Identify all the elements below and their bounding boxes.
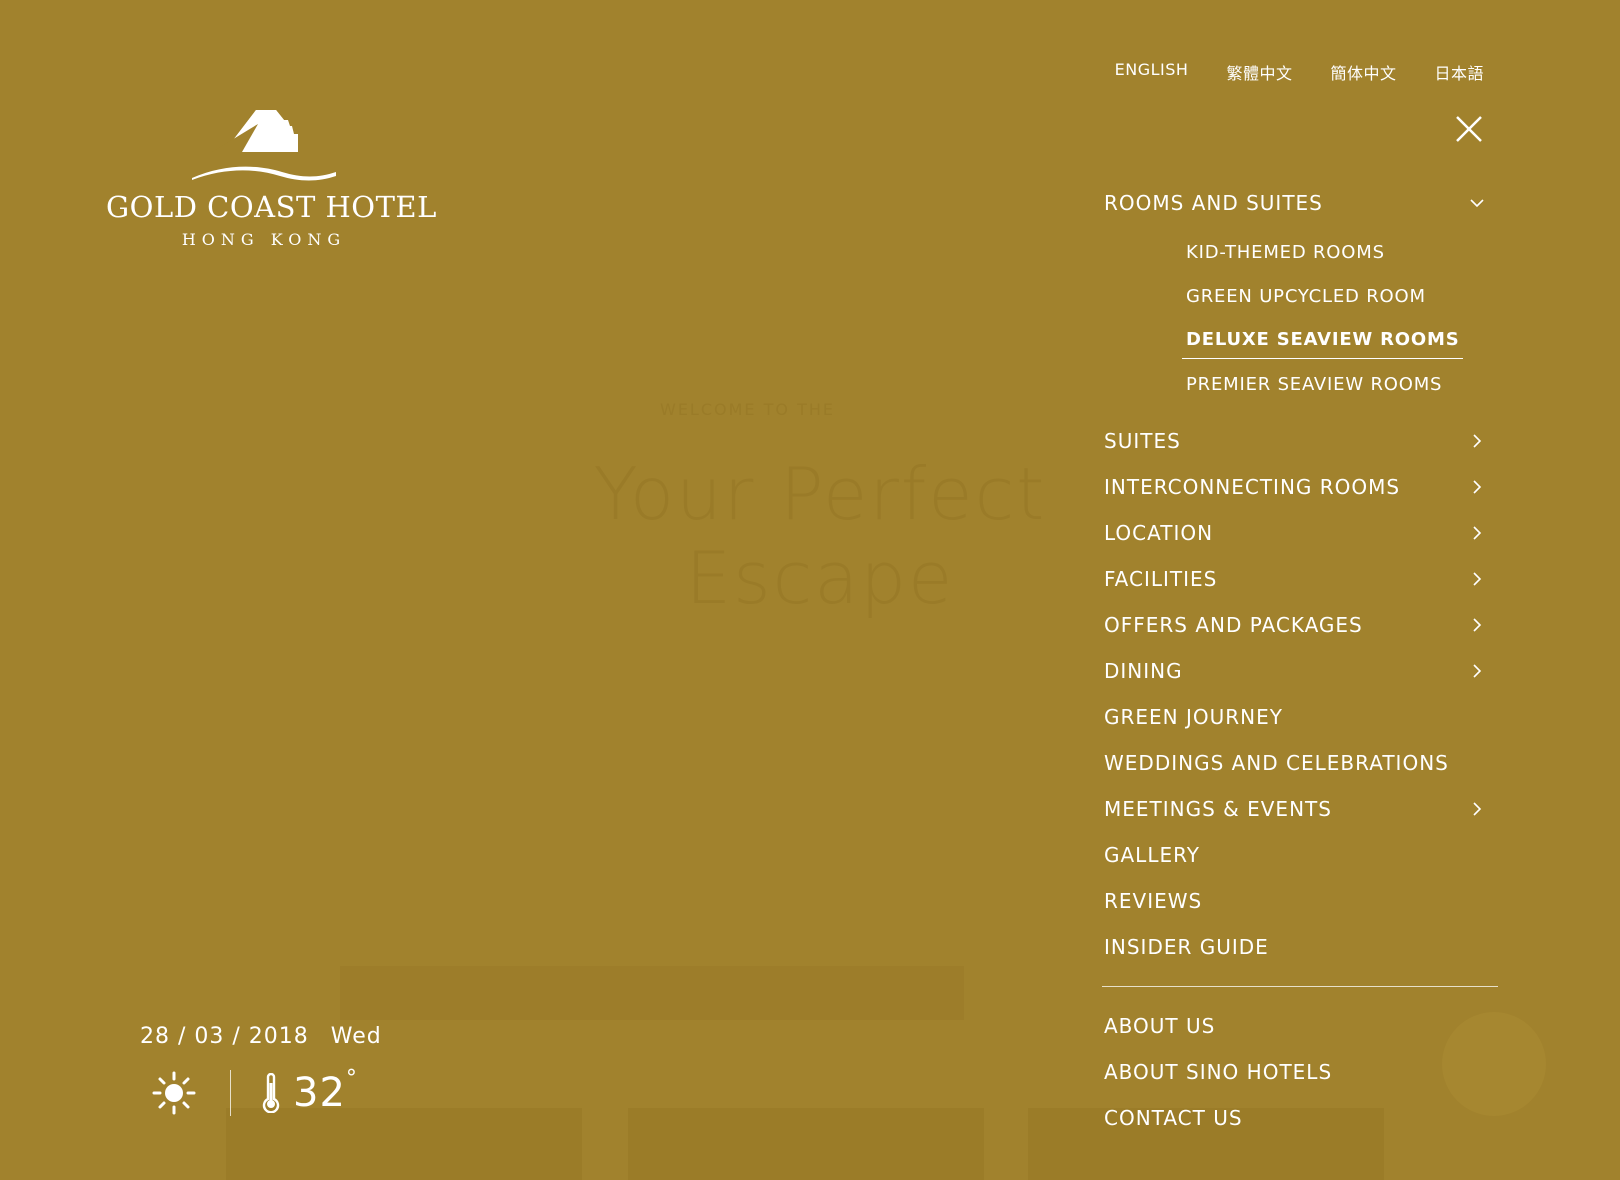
lang-simplified-chinese[interactable]: 簡体中文 bbox=[1330, 60, 1396, 84]
menu-item-reviews[interactable]: REVIEWS bbox=[1104, 878, 1500, 924]
menu-divider bbox=[1102, 986, 1498, 987]
sun-icon bbox=[152, 1071, 196, 1115]
close-menu-button[interactable] bbox=[1454, 114, 1484, 144]
chevron-right-icon bbox=[1473, 618, 1482, 632]
menu-item-label: ROOMS AND SUITES bbox=[1104, 191, 1323, 215]
background-photo bbox=[628, 1108, 984, 1180]
date-display: 28 / 03 / 2018 Wed bbox=[140, 1024, 382, 1049]
background-headline: Your Perfect Escape bbox=[593, 452, 1047, 620]
menu-item-label: GALLERY bbox=[1104, 843, 1200, 867]
menu-item-label: INSIDER GUIDE bbox=[1104, 935, 1269, 959]
submenu-item-kid-themed-rooms[interactable]: KID-THEMED ROOMS bbox=[1186, 230, 1500, 274]
chevron-right-icon bbox=[1473, 526, 1482, 540]
menu-item-label: REVIEWS bbox=[1104, 889, 1203, 913]
main-menu: ROOMS AND SUITES KID-THEMED ROOMS GREEN … bbox=[1102, 180, 1500, 1141]
submenu-item-premier-seaview-rooms[interactable]: PREMIER SEAVIEW ROOMS bbox=[1186, 362, 1500, 406]
background-welcome: WELCOME TO THE bbox=[660, 400, 835, 419]
chevron-down-icon bbox=[1470, 199, 1484, 208]
temperature-value: 32 bbox=[293, 1070, 346, 1116]
menu-item-dining[interactable]: DINING bbox=[1104, 648, 1500, 694]
submenu-item-label: KID-THEMED ROOMS bbox=[1186, 241, 1385, 263]
current-weekday: Wed bbox=[330, 1024, 382, 1049]
menu-item-label: DINING bbox=[1104, 659, 1183, 683]
submenu-item-label: GREEN UPCYCLED ROOM bbox=[1186, 285, 1426, 307]
submenu-item-deluxe-seaview-rooms[interactable]: DELUXE SEAVIEW ROOMS bbox=[1182, 318, 1500, 362]
menu-item-label: ABOUT SINO HOTELS bbox=[1104, 1060, 1333, 1084]
menu-item-label: CONTACT US bbox=[1104, 1106, 1243, 1130]
menu-item-gallery[interactable]: GALLERY bbox=[1104, 832, 1500, 878]
lang-japanese[interactable]: 日本語 bbox=[1434, 60, 1484, 84]
menu-item-about-us[interactable]: ABOUT US bbox=[1104, 1003, 1500, 1049]
menu-item-label: SUITES bbox=[1104, 429, 1181, 453]
background-photo bbox=[226, 1108, 582, 1180]
menu-item-label: GREEN JOURNEY bbox=[1104, 705, 1283, 729]
chevron-right-icon bbox=[1473, 480, 1482, 494]
menu-item-suites[interactable]: SUITES bbox=[1104, 418, 1500, 464]
hotel-logo[interactable]: GOLD COAST HOTEL HONG KONG bbox=[106, 106, 437, 249]
menu-item-rooms-and-suites[interactable]: ROOMS AND SUITES bbox=[1104, 180, 1500, 226]
current-date: 28 / 03 / 2018 bbox=[140, 1024, 309, 1049]
hotel-location: HONG KONG bbox=[181, 230, 347, 249]
chevron-right-icon bbox=[1473, 572, 1482, 586]
submenu-rooms: KID-THEMED ROOMS GREEN UPCYCLED ROOM DEL… bbox=[1104, 230, 1500, 406]
menu-item-contact-us[interactable]: CONTACT US bbox=[1104, 1095, 1500, 1141]
temperature: 32° bbox=[293, 1066, 358, 1116]
menu-item-label: INTERCONNECTING ROOMS bbox=[1104, 475, 1401, 499]
menu-item-meetings-and-events[interactable]: MEETINGS & EVENTS bbox=[1104, 786, 1500, 832]
language-switcher: ENGLISH 繁體中文 簡体中文 日本語 bbox=[1115, 60, 1484, 84]
menu-item-label: FACILITIES bbox=[1104, 567, 1218, 591]
submenu-item-label: DELUXE SEAVIEW ROOMS bbox=[1182, 329, 1464, 359]
thermometer-icon bbox=[262, 1073, 280, 1113]
chevron-right-icon bbox=[1473, 802, 1482, 816]
lang-english[interactable]: ENGLISH bbox=[1115, 60, 1189, 84]
lang-traditional-chinese[interactable]: 繁體中文 bbox=[1226, 60, 1292, 84]
degree-symbol: ° bbox=[345, 1066, 358, 1091]
menu-item-label: LOCATION bbox=[1104, 521, 1214, 545]
weather-widget: 32° bbox=[152, 1066, 358, 1116]
chevron-right-icon bbox=[1473, 434, 1482, 448]
menu-item-label: MEETINGS & EVENTS bbox=[1104, 797, 1332, 821]
weather-separator bbox=[230, 1070, 231, 1116]
chevron-right-icon bbox=[1473, 664, 1482, 678]
background-booking-bar bbox=[340, 966, 964, 1020]
hotel-name: GOLD COAST HOTEL bbox=[106, 190, 437, 224]
menu-item-interconnecting-rooms[interactable]: INTERCONNECTING ROOMS bbox=[1104, 464, 1500, 510]
close-icon bbox=[1456, 116, 1482, 142]
menu-item-label: WEDDINGS AND CELEBRATIONS bbox=[1104, 751, 1449, 775]
menu-item-label: ABOUT US bbox=[1104, 1014, 1216, 1038]
menu-item-weddings-and-celebrations[interactable]: WEDDINGS AND CELEBRATIONS bbox=[1104, 740, 1500, 786]
menu-item-facilities[interactable]: FACILITIES bbox=[1104, 556, 1500, 602]
submenu-item-label: PREMIER SEAVIEW ROOMS bbox=[1186, 373, 1443, 395]
submenu-item-green-upcycled-room[interactable]: GREEN UPCYCLED ROOM bbox=[1186, 274, 1500, 318]
menu-item-label: OFFERS AND PACKAGES bbox=[1104, 613, 1363, 637]
menu-item-location[interactable]: LOCATION bbox=[1104, 510, 1500, 556]
logo-mark-icon bbox=[192, 110, 336, 181]
menu-item-offers-and-packages[interactable]: OFFERS AND PACKAGES bbox=[1104, 602, 1500, 648]
menu-item-insider-guide[interactable]: INSIDER GUIDE bbox=[1104, 924, 1500, 970]
menu-item-about-sino-hotels[interactable]: ABOUT SINO HOTELS bbox=[1104, 1049, 1500, 1095]
menu-item-green-journey[interactable]: GREEN JOURNEY bbox=[1104, 694, 1500, 740]
